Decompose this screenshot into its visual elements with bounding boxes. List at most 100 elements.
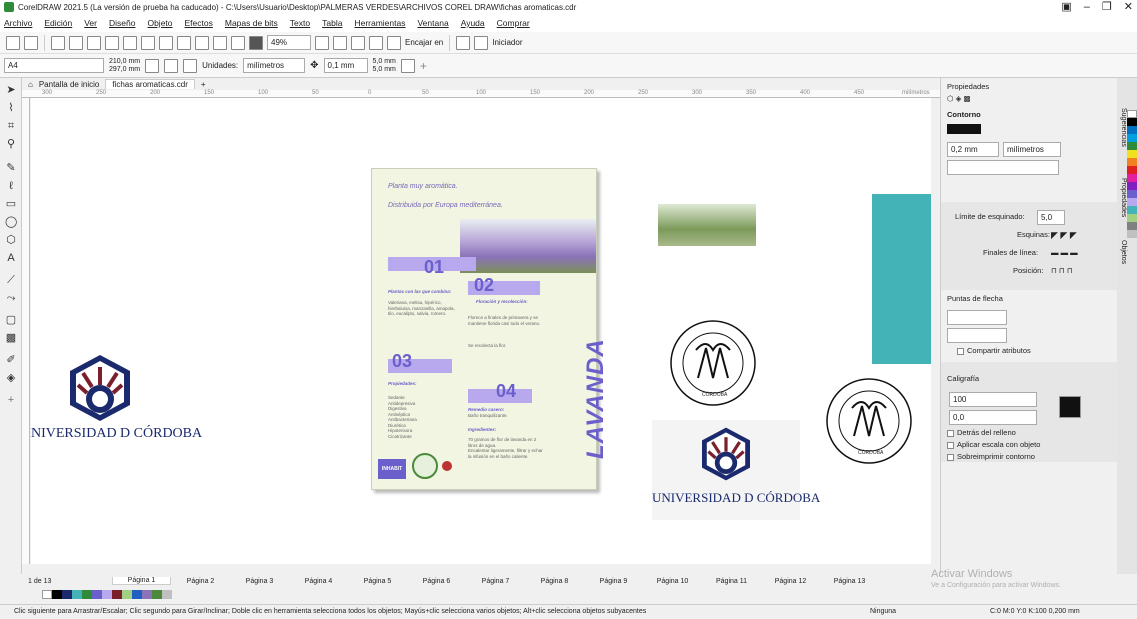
eyedropper-tool-icon[interactable]: ✐	[5, 354, 17, 366]
swatch-cyan[interactable]	[1127, 134, 1137, 142]
page-height-field[interactable]: 297,0 mm	[109, 66, 140, 74]
snap-icon[interactable]	[387, 35, 401, 50]
cloud-icon[interactable]	[69, 35, 83, 50]
swatch-black[interactable]	[1127, 118, 1137, 126]
connector-tool-icon[interactable]: ⤳	[5, 292, 17, 304]
all-pages-icon[interactable]	[164, 58, 179, 73]
menu-comprar[interactable]: Comprar	[497, 18, 530, 28]
tab-objects[interactable]: Objetos	[1120, 240, 1127, 264]
swatch-lavender[interactable]	[1127, 198, 1137, 206]
nudge-distance-field[interactable]: 0,1 mm	[323, 58, 368, 73]
open-icon[interactable]	[24, 35, 38, 50]
swatch-orange[interactable]	[1127, 158, 1137, 166]
page-width-field[interactable]: 210,0 mm	[109, 58, 140, 66]
snap-to-button[interactable]: Encajar en	[405, 38, 443, 47]
drawing-canvas[interactable]: NIVERSIDAD D CÓRDOBA Planta muy aromátic…	[31, 98, 931, 564]
teal-rectangle[interactable]	[872, 194, 931, 364]
restore-docking-button[interactable]: ▣	[1061, 0, 1071, 14]
doc-swatch[interactable]	[132, 589, 142, 599]
small-logo-icon[interactable]	[442, 461, 452, 471]
units-select[interactable]: milímetros	[243, 58, 306, 73]
interactive-fill-icon[interactable]: ◈	[5, 372, 17, 384]
save-icon[interactable]	[51, 35, 65, 50]
print-icon[interactable]	[105, 35, 119, 50]
doc-swatch[interactable]	[42, 589, 52, 599]
menu-efectos[interactable]: Efectos	[185, 18, 213, 28]
a4-page-lavender-card[interactable]: Planta muy aromática. Distribuida por Eu…	[371, 168, 609, 490]
page-tab[interactable]: Página 3	[230, 578, 289, 585]
menu-objeto[interactable]: Objeto	[147, 18, 172, 28]
tab-properties[interactable]: Propiedades	[1120, 178, 1127, 217]
page-frame-icon[interactable]	[400, 58, 415, 73]
palmeras-verdes-logo-icon[interactable]	[412, 453, 438, 479]
swatch-violet[interactable]	[1127, 190, 1137, 198]
launcher-icon[interactable]	[474, 35, 489, 50]
stretch-field[interactable]: 100	[949, 392, 1037, 407]
options-gear-icon[interactable]	[456, 35, 471, 50]
page-tab[interactable]: Página 11	[702, 578, 761, 585]
new-document-icon[interactable]	[6, 35, 20, 50]
line-style-select[interactable]	[947, 160, 1059, 175]
page-size-select[interactable]: A4	[4, 58, 104, 73]
menu-archivo[interactable]: Archivo	[4, 18, 32, 28]
page-tab[interactable]: Página 5	[348, 578, 407, 585]
drop-shadow-icon[interactable]: ▢	[5, 314, 17, 326]
doc-swatch[interactable]	[52, 589, 62, 599]
pick-tool-icon[interactable]: ➤	[5, 84, 17, 96]
menu-texto[interactable]: Texto	[290, 18, 310, 28]
copy-icon[interactable]	[141, 35, 155, 50]
outline-position-icons[interactable]: ⊓ ⊓ ⊓	[1051, 266, 1073, 275]
minimize-button[interactable]: –	[1084, 0, 1090, 14]
horizontal-ruler[interactable]: 300 250 200 150 100 50 0 50 100 150 200 …	[22, 90, 940, 98]
doc-swatch[interactable]	[72, 589, 82, 599]
export-icon[interactable]	[231, 35, 245, 50]
menu-diseno[interactable]: Diseño	[109, 18, 135, 28]
tab-document[interactable]: fichas aromaticas.cdr	[105, 79, 195, 89]
outline-width-field[interactable]: 0,2 mm	[947, 142, 999, 157]
duplicate-y-field[interactable]: 5,0 mm	[373, 66, 396, 74]
redo-icon[interactable]	[195, 35, 209, 50]
parallel-dimension-icon[interactable]: ⟋	[5, 274, 17, 286]
import-icon[interactable]	[213, 35, 227, 50]
doc-swatch[interactable]	[142, 589, 152, 599]
scale-with-object-checkbox[interactable]: Aplicar escala con objeto	[947, 440, 1040, 449]
swatch-white[interactable]	[1127, 110, 1137, 118]
landscape-icon[interactable]	[145, 58, 160, 73]
doc-swatch[interactable]	[112, 589, 122, 599]
swatch-light-green[interactable]	[1127, 214, 1137, 222]
maximize-button[interactable]: ❐	[1102, 0, 1112, 14]
zoom-level-select[interactable]: 49%	[267, 35, 311, 50]
page-tab[interactable]: Página 4	[289, 578, 348, 585]
end-arrowhead-select[interactable]	[947, 328, 1007, 343]
rectangle-tool-icon[interactable]: ▭	[5, 198, 17, 210]
grass-photo[interactable]	[658, 204, 756, 246]
tab-home-screen[interactable]: Pantalla de inicio	[39, 80, 99, 89]
swatch-gray[interactable]	[1127, 222, 1137, 230]
doc-swatch[interactable]	[152, 589, 162, 599]
swatch-yellow[interactable]	[1127, 150, 1137, 158]
current-page-icon[interactable]	[183, 58, 198, 73]
stamp-logo-2[interactable]: CÓRDOBA	[824, 376, 914, 466]
miter-limit-field[interactable]: 5,0	[1037, 210, 1065, 225]
zoom-tool-icon[interactable]: ⚲	[5, 138, 17, 150]
launcher-button[interactable]: Iniciador	[492, 38, 522, 47]
doc-swatch[interactable]	[62, 589, 72, 599]
add-tool-icon[interactable]: +	[5, 394, 17, 406]
doc-swatch[interactable]	[102, 589, 112, 599]
uco-logo-left[interactable]: NIVERSIDAD D CÓRDOBA	[31, 353, 202, 453]
guidelines-icon[interactable]	[369, 35, 383, 50]
document-palette[interactable]	[22, 588, 940, 600]
lavender-photo[interactable]	[460, 219, 596, 273]
color-palette[interactable]	[1127, 110, 1137, 550]
paste-icon[interactable]	[159, 35, 173, 50]
swatch-blue[interactable]	[1127, 126, 1137, 134]
menu-herramientas[interactable]: Herramientas	[354, 18, 405, 28]
page-tab[interactable]: Página 7	[466, 578, 525, 585]
transparency-tool-icon[interactable]: ▩	[5, 332, 17, 344]
panel-tab-icons[interactable]: ⬡ ◈ ▩	[947, 94, 971, 103]
line-cap-icons[interactable]: ▬ ▬ ▬	[1051, 248, 1078, 257]
doc-swatch[interactable]	[82, 589, 92, 599]
page-tab[interactable]: Página 12	[761, 578, 820, 585]
home-icon[interactable]: ⌂	[28, 80, 33, 89]
menu-ayuda[interactable]: Ayuda	[461, 18, 485, 28]
